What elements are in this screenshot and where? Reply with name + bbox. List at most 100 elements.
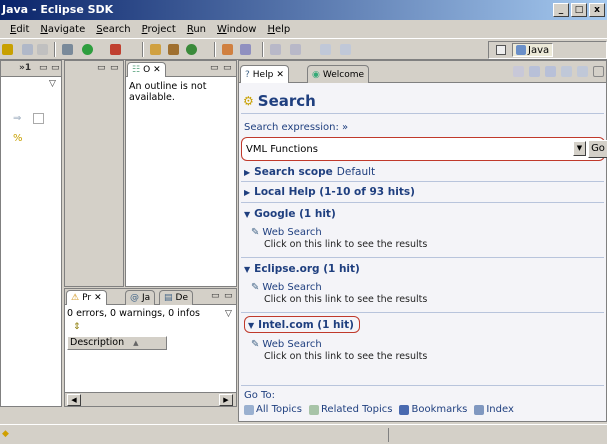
back-nav-icon[interactable]: ⇒ (13, 113, 24, 124)
related-topics-label: Related Topics (320, 404, 393, 415)
intel-web-search-link[interactable]: ✎ Web Search (251, 339, 322, 350)
annotation-next-icon[interactable] (270, 44, 281, 55)
new-icon[interactable] (2, 44, 13, 55)
problems-view-menu-chevron[interactable]: ▽ (225, 309, 232, 319)
outline-minimize-icon[interactable]: ▭ (210, 63, 219, 73)
problems-close-icon[interactable]: ✕ (94, 293, 102, 303)
menu-run[interactable]: Run (187, 24, 206, 35)
tab-declaration-label: De (175, 293, 188, 303)
new-java-project-icon[interactable] (150, 44, 161, 55)
google-result-desc: Click on this link to see the results (264, 239, 428, 250)
window-controls: _ □ x (553, 3, 605, 17)
show-toc-icon[interactable] (529, 66, 540, 77)
help-forward-icon[interactable] (577, 66, 588, 77)
tab-help[interactable]: ? Help ✕ (240, 65, 289, 83)
all-topics-link[interactable]: All Topics (244, 404, 302, 415)
tab-welcome[interactable]: ◉ Welcome (307, 65, 370, 83)
new-package-icon[interactable] (168, 44, 179, 55)
open-perspective-icon[interactable] (496, 45, 506, 55)
description-column-header[interactable]: Description ▲ (67, 336, 167, 350)
search-scope-value[interactable]: Default (337, 166, 375, 178)
menu-project[interactable]: Project (142, 24, 176, 35)
help-close-icon[interactable]: ✕ (276, 70, 284, 80)
menu-help[interactable]: Help (267, 24, 290, 35)
menu-navigate[interactable]: Navigate (40, 24, 85, 35)
annotation-prev-icon[interactable] (290, 44, 301, 55)
google-section[interactable]: ▼ Google (1 hit) (244, 208, 336, 220)
title-divider (241, 113, 604, 114)
index-label: Index (486, 404, 514, 415)
debug-icon[interactable] (62, 44, 73, 55)
outline-tabbar: ☷ O ✕ ▭ ▭ (126, 61, 236, 77)
outline-close-icon[interactable]: ✕ (153, 65, 161, 75)
collapse-all-icon[interactable] (33, 113, 44, 124)
view-menu-chevron[interactable]: ▽ (49, 79, 56, 89)
eclipse-section[interactable]: ▼ Eclipse.org (1 hit) (244, 263, 360, 275)
java-perspective-button[interactable]: Java (512, 43, 554, 57)
index-link[interactable]: Index (474, 404, 514, 415)
external-tools-icon[interactable] (110, 44, 121, 55)
problems-status: 0 errors, 0 warnings, 0 infos (67, 308, 200, 319)
maximize-button[interactable]: □ (571, 3, 587, 17)
menu-search[interactable]: Search (96, 24, 130, 35)
related-topics-link[interactable]: Related Topics (308, 404, 393, 415)
bookmarks-label: Bookmarks (411, 404, 468, 415)
close-button[interactable]: x (589, 3, 605, 17)
tab-declaration[interactable]: ▤ De (159, 290, 193, 305)
print-icon[interactable] (37, 44, 48, 55)
google-web-search-link[interactable]: ✎ Web Search (251, 227, 322, 238)
save-icon[interactable] (22, 44, 33, 55)
run-icon[interactable] (82, 44, 93, 55)
help-view-menu-icon[interactable] (593, 66, 604, 77)
open-type-icon[interactable] (222, 44, 233, 55)
main-toolbar: Java (0, 38, 607, 60)
scroll-left-button[interactable]: ◀ (67, 394, 81, 406)
status-separator (388, 428, 389, 442)
fast-view-icon[interactable]: ◆ (2, 429, 12, 439)
editor-minimize-icon[interactable]: ▭ (97, 63, 106, 73)
problems-tabbar: ⚠ Pr ✕ @ Ja ▤ De ▭ ▭ (65, 289, 236, 305)
outline-maximize-icon[interactable]: ▭ (223, 63, 232, 73)
problems-horizontal-scrollbar[interactable]: ◀ ▶ (65, 392, 236, 406)
tab-problems[interactable]: ⚠ Pr ✕ (66, 290, 107, 305)
bookmark-icon[interactable] (545, 66, 556, 77)
problems-minimize-icon[interactable]: ▭ (211, 291, 220, 301)
view-list-chevron[interactable]: »1 (19, 63, 31, 73)
scroll-right-button[interactable]: ▶ (219, 394, 233, 406)
menu-window[interactable]: Window (217, 24, 256, 35)
problems-panel: ⚠ Pr ✕ @ Ja ▤ De ▭ ▭ 0 errors, 0 warning… (64, 288, 237, 407)
expand-arrow-icon: ▶ (244, 167, 251, 177)
eclipse-web-search-link[interactable]: ✎ Web Search (251, 282, 322, 293)
bookmarks-link[interactable]: Bookmarks (399, 404, 467, 415)
help-back-icon[interactable] (561, 66, 572, 77)
sync-toc-icon[interactable] (513, 66, 524, 77)
section-divider (241, 181, 604, 182)
local-help-section[interactable]: ▶ Local Help (1-10 of 93 hits) (244, 186, 415, 198)
tab-outline[interactable]: ☷ O ✕ (127, 62, 166, 77)
all-topics-label: All Topics (256, 404, 302, 415)
go-button[interactable]: Go (588, 140, 607, 158)
help-toolbar (513, 66, 604, 77)
search-scope-section[interactable]: ▶ Search scope Default (244, 166, 375, 178)
filter-icon[interactable]: ⇕ (73, 322, 85, 332)
index-icon (474, 404, 485, 415)
search-icon[interactable] (240, 44, 251, 55)
search-expression-input[interactable] (246, 141, 536, 157)
collapse-arrow-icon: ▼ (244, 209, 251, 219)
maximize-view-icon[interactable]: ▭ (51, 63, 60, 73)
search-history-dropdown[interactable]: ▼ (573, 141, 586, 156)
search-expression-row: ▼ Go (241, 137, 607, 161)
intel-section[interactable]: ▼ Intel.com (1 hit) (248, 319, 354, 331)
tab-javadoc[interactable]: @ Ja (125, 290, 156, 305)
back-icon[interactable] (320, 44, 331, 55)
menu-edit[interactable]: Edit (10, 24, 29, 35)
search-expression-label[interactable]: Search expression: » (244, 122, 348, 133)
editor-maximize-icon[interactable]: ▭ (110, 63, 119, 73)
new-class-icon[interactable] (186, 44, 197, 55)
minimize-view-icon[interactable]: ▭ (39, 63, 48, 73)
problems-maximize-icon[interactable]: ▭ (224, 291, 233, 301)
link-editor-icon[interactable]: % (13, 133, 24, 144)
web-search-icon: ✎ (251, 227, 260, 238)
minimize-button[interactable]: _ (553, 3, 569, 17)
forward-icon[interactable] (340, 44, 351, 55)
